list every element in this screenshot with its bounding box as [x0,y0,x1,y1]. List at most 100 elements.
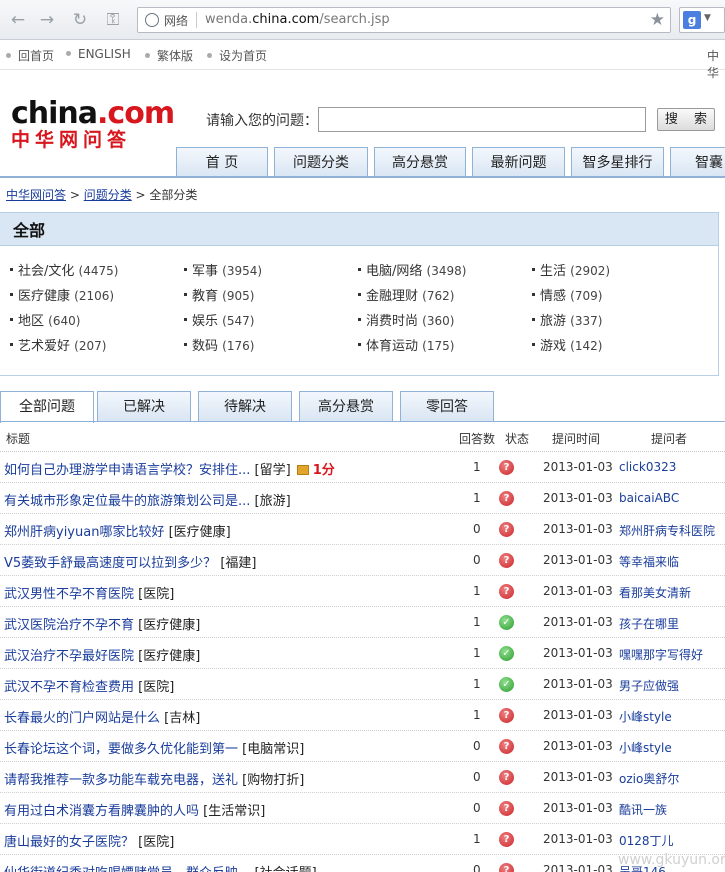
bookmark-star-icon[interactable]: ★ [650,10,665,30]
category-item[interactable]: 体育运动 (175) [358,335,454,354]
chevron-down-icon[interactable]: ▼ [704,13,711,23]
asker-link[interactable]: 等幸福来临 [619,553,679,570]
question-category-tag[interactable]: [留学] [255,463,291,478]
asker-link[interactable]: 孩子在哪里 [619,615,679,632]
nav-tab-high-reward[interactable]: 高分悬赏 [374,147,466,178]
asker-link[interactable]: 嘿嘿那字写得好 [619,646,703,663]
question-title-link[interactable]: 郑州肝病yiyuan哪家比较好 [医疗健康] [4,521,231,540]
category-name[interactable]: 娱乐 [192,314,218,329]
asker-link[interactable]: ozio奥舒尔 [619,770,679,787]
question-category-tag[interactable]: [社会话题] [255,866,317,872]
nav-tab-home[interactable]: 首 页 [176,147,268,178]
question-title-link[interactable]: 武汉不孕不育检查费用 [医院] [4,676,174,695]
reload-icon[interactable]: ↻ [70,10,90,30]
question-title-link[interactable]: 如何自己办理游学申请语言学校？安排住... [留学] 1分 [4,459,335,478]
question-input[interactable] [318,107,646,132]
category-item[interactable]: 医疗健康 (2106) [10,285,114,304]
category-item[interactable]: 游戏 (142) [532,335,602,354]
category-name[interactable]: 地区 [18,314,44,329]
asker-link[interactable]: 0128丁儿 [619,832,674,849]
asker-link[interactable]: 酷讯一族 [619,801,667,818]
category-name[interactable]: 社会/文化 [18,264,74,279]
nav-tab-ranking[interactable]: 智多星排行 [571,147,664,178]
question-title-link[interactable]: 有用过白术消囊方看脾囊肿的人吗 [生活常识] [4,800,265,819]
breadcrumb-home[interactable]: 中华网问答 [6,188,66,202]
nav-tab-categories[interactable]: 问题分类 [274,147,368,178]
question-category-tag[interactable]: [医院] [138,835,174,850]
breadcrumb-categories[interactable]: 问题分类 [84,188,132,202]
question-title-link[interactable]: 唐山最好的女子医院？ [医院] [4,831,174,850]
category-item[interactable]: 电脑/网络 (3498) [358,260,466,279]
nav-tab-latest[interactable]: 最新问题 [472,147,565,178]
category-name[interactable]: 体育运动 [366,339,418,354]
home-link[interactable]: 回首页 [6,47,54,64]
english-link[interactable]: ENGLISH [66,47,131,61]
question-title-link[interactable]: 仙华街道纪委对吃喝嫖赌党员，群众反映... [社会话题] [4,862,317,872]
site-logo[interactable]: china.com 中华网问答 [11,97,175,153]
asker-link[interactable]: click0323 [619,460,676,474]
asker-link[interactable]: 小峰style [619,739,672,756]
question-category-tag[interactable]: [旅游] [255,494,291,509]
question-category-tag[interactable]: [医院] [138,680,174,695]
category-name[interactable]: 医疗健康 [18,289,70,304]
key-icon[interactable]: ⚿ [102,10,124,30]
question-title-link[interactable]: 长春最火的门户网站是什么 [吉林] [4,707,200,726]
question-category-tag[interactable]: [医院] [138,587,174,602]
tab-high-reward[interactable]: 高分悬赏 [299,391,393,422]
question-title-link[interactable]: 武汉医院治疗不孕不育 [医疗健康] [4,614,200,633]
search-engine-box[interactable]: g ▼ [679,7,725,33]
nav-tab-think-tank[interactable]: 智囊 [670,147,725,178]
set-homepage-link[interactable]: 设为首页 [207,47,267,64]
tab-unsolved[interactable]: 待解决 [198,391,292,422]
asker-link[interactable]: 郑州肝病专科医院 [619,522,715,539]
traditional-link[interactable]: 繁体版 [145,47,193,64]
category-item[interactable]: 军事 (3954) [184,260,262,279]
question-title-link[interactable]: 长春论坛这个词，要做多久优化能到第一 [电脑常识] [4,738,304,757]
question-category-tag[interactable]: [吉林] [164,711,200,726]
category-item[interactable]: 情感 (709) [532,285,602,304]
category-item[interactable]: 金融理财 (762) [358,285,454,304]
category-name[interactable]: 生活 [540,264,566,279]
question-category-tag[interactable]: [生活常识] [203,804,265,819]
asker-link[interactable]: 看那美女清新 [619,584,691,601]
question-title-link[interactable]: 武汉男性不孕不育医院 [医院] [4,583,174,602]
tab-zero-answers[interactable]: 零回答 [400,391,494,422]
category-item[interactable]: 旅游 (337) [532,310,602,329]
category-item[interactable]: 艺术爱好 (207) [10,335,106,354]
category-name[interactable]: 游戏 [540,339,566,354]
category-name[interactable]: 电脑/网络 [366,264,422,279]
question-category-tag[interactable]: [购物打折] [242,773,304,788]
tab-solved[interactable]: 已解决 [97,391,191,422]
question-category-tag[interactable]: [医疗健康] [138,618,200,633]
address-bar[interactable]: 网络 wenda.china.com/search.jsp ★ [137,7,671,33]
category-name[interactable]: 情感 [540,289,566,304]
category-item[interactable]: 娱乐 (547) [184,310,254,329]
url-text[interactable]: wenda.china.com/search.jsp [205,12,390,27]
category-item[interactable]: 社会/文化 (4475) [10,260,118,279]
search-button[interactable]: 搜 索 [657,108,715,131]
category-name[interactable]: 消费时尚 [366,314,418,329]
asker-link[interactable]: 男子应做强 [619,677,679,694]
category-item[interactable]: 消费时尚 (360) [358,310,454,329]
forward-icon[interactable]: → [37,10,57,30]
category-item[interactable]: 生活 (2902) [532,260,610,279]
question-category-tag[interactable]: [福建] [220,556,256,571]
tab-all-questions[interactable]: 全部问题 [0,391,94,423]
question-category-tag[interactable]: [医疗健康] [169,525,231,540]
category-name[interactable]: 金融理财 [366,289,418,304]
asker-link[interactable]: 小峰style [619,708,672,725]
question-title-link[interactable]: V5萎致手舒最高速度可以拉到多少？ [福建] [4,552,256,571]
category-name[interactable]: 数码 [192,339,218,354]
category-item[interactable]: 地区 (640) [10,310,80,329]
category-item[interactable]: 数码 (176) [184,335,254,354]
question-title-link[interactable]: 有关城市形象定位最牛的旅游策划公司是... [旅游] [4,490,291,509]
question-title-link[interactable]: 武汉治疗不孕最好医院 [医疗健康] [4,645,200,664]
category-name[interactable]: 教育 [192,289,218,304]
category-name[interactable]: 旅游 [540,314,566,329]
category-name[interactable]: 艺术爱好 [18,339,70,354]
question-category-tag[interactable]: [医疗健康] [138,649,200,664]
asker-link[interactable]: baicaiABC [619,491,679,505]
question-title-link[interactable]: 请帮我推荐一款多功能车载充电器，送礼 [购物打折] [4,769,304,788]
question-category-tag[interactable]: [电脑常识] [242,742,304,757]
category-name[interactable]: 军事 [192,264,218,279]
